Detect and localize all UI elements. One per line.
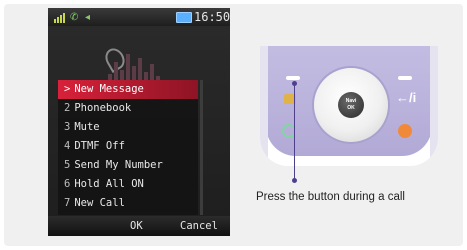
menu-item-dtmf-off[interactable]: 4 DTMF Off: [58, 137, 198, 156]
phone-screen: ✆ ◂ 16:50 > New Message 2 Phonebook 3 Mute …: [48, 8, 230, 236]
status-time: 16:50: [194, 10, 230, 24]
softkey-bar: OK Cancel: [48, 216, 230, 236]
back-key[interactable]: ←/i: [396, 90, 416, 105]
keypad-illustration: ←/i Navi OK: [260, 46, 438, 166]
cancel-softkey[interactable]: Cancel: [180, 220, 218, 232]
right-softkey[interactable]: [398, 76, 412, 80]
wallpaper-graphic: [108, 44, 160, 84]
keypad-edge-right: [430, 46, 438, 166]
menu-scrollbar[interactable]: [200, 80, 203, 215]
navi-ok-button[interactable]: Navi OK: [338, 92, 364, 118]
callout-end-dot: [292, 178, 297, 183]
ok-softkey[interactable]: OK: [130, 220, 143, 232]
keypad-edge-left: [260, 46, 268, 166]
menu-item-send-my-number[interactable]: 5 Send My Number: [58, 156, 198, 175]
menu-item-new-message[interactable]: > New Message: [58, 80, 198, 99]
instruction-caption: Press the button during a call: [256, 191, 405, 203]
callout-line: [294, 84, 295, 180]
menu-item-mute[interactable]: 3 Mute: [58, 118, 198, 137]
left-softkey[interactable]: [286, 76, 300, 80]
menu-item-phonebook[interactable]: 2 Phonebook: [58, 99, 198, 118]
navigation-key[interactable]: Navi OK: [314, 68, 388, 142]
call-options-menu: > New Message 2 Phonebook 3 Mute 4 DTMF Off …: [58, 80, 198, 215]
end-key-icon[interactable]: [398, 124, 412, 138]
menu-item-new-call[interactable]: 7 New Call: [58, 194, 198, 213]
menu-item-hold-all-on[interactable]: 6 Hold All ON: [58, 175, 198, 194]
call-icon: ✆: [70, 12, 79, 23]
battery-icon: [176, 12, 192, 23]
signal-icon: [54, 11, 65, 23]
status-bar: ✆ ◂ 16:50: [48, 8, 230, 26]
speaker-icon: ◂: [85, 12, 91, 23]
